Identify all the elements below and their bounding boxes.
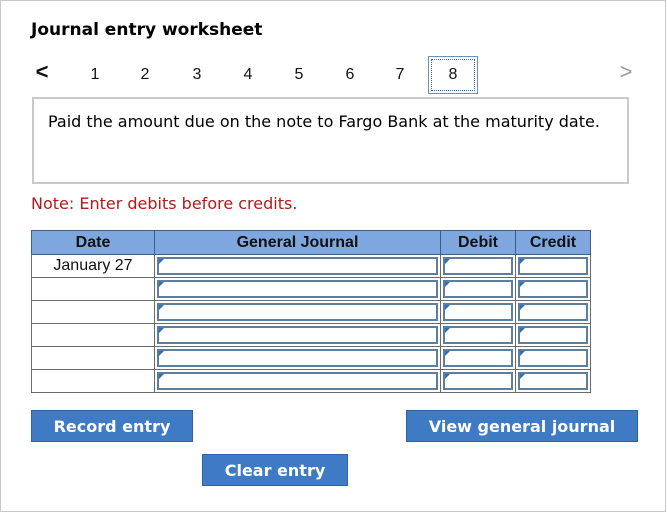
step-tab-7[interactable]: 7 (382, 56, 418, 94)
clear-entry-button[interactable]: Clear entry (202, 454, 348, 486)
date-cell[interactable] (31, 323, 155, 347)
instruction-note: Note: Enter debits before credits. (31, 194, 298, 213)
table-row: January 27 (31, 254, 591, 278)
account-input[interactable] (157, 372, 438, 390)
debit-input[interactable] (443, 303, 513, 321)
account-input[interactable] (157, 257, 438, 275)
next-step-chevron-icon[interactable]: > (613, 59, 639, 85)
step-tab-4[interactable]: 4 (230, 56, 266, 94)
header-debit: Debit (440, 230, 516, 255)
header-general-journal: General Journal (154, 230, 441, 255)
view-general-journal-button[interactable]: View general journal (406, 410, 638, 442)
credit-input[interactable] (518, 349, 588, 367)
debit-input[interactable] (443, 326, 513, 344)
header-date: Date (31, 230, 155, 255)
debit-input[interactable] (443, 280, 513, 298)
step-tabs: 1 2 3 4 5 6 7 8 (1, 56, 668, 94)
credit-input[interactable] (518, 372, 588, 390)
date-cell[interactable]: January 27 (31, 254, 155, 278)
debit-input[interactable] (443, 349, 513, 367)
header-credit: Credit (515, 230, 591, 255)
debit-input[interactable] (443, 372, 513, 390)
table-row (31, 277, 591, 301)
journal-entry-table: Date General Journal Debit Credit Januar… (31, 230, 591, 393)
question-text: Paid the amount due on the note to Fargo… (32, 97, 629, 184)
record-entry-button[interactable]: Record entry (31, 410, 193, 442)
credit-input[interactable] (518, 280, 588, 298)
credit-input[interactable] (518, 257, 588, 275)
table-row (31, 300, 591, 324)
date-cell[interactable] (31, 300, 155, 324)
table-header-row: Date General Journal Debit Credit (31, 230, 591, 255)
credit-input[interactable] (518, 326, 588, 344)
step-tab-5[interactable]: 5 (281, 56, 317, 94)
worksheet-frame: Journal entry worksheet < 1 2 3 4 5 6 7 … (0, 0, 666, 512)
date-cell[interactable] (31, 346, 155, 370)
step-tab-1[interactable]: 1 (77, 56, 113, 94)
account-input[interactable] (157, 349, 438, 367)
step-tab-6[interactable]: 6 (332, 56, 368, 94)
credit-input[interactable] (518, 303, 588, 321)
date-cell[interactable] (31, 369, 155, 393)
step-tab-2[interactable]: 2 (127, 56, 163, 94)
account-input[interactable] (157, 280, 438, 298)
date-cell[interactable] (31, 277, 155, 301)
step-tab-3[interactable]: 3 (179, 56, 215, 94)
worksheet-title: Journal entry worksheet (31, 20, 263, 40)
table-row (31, 323, 591, 347)
account-input[interactable] (157, 303, 438, 321)
debit-input[interactable] (443, 257, 513, 275)
table-row (31, 346, 591, 370)
account-input[interactable] (157, 326, 438, 344)
step-tab-8-active[interactable]: 8 (428, 56, 478, 94)
table-row (31, 369, 591, 393)
